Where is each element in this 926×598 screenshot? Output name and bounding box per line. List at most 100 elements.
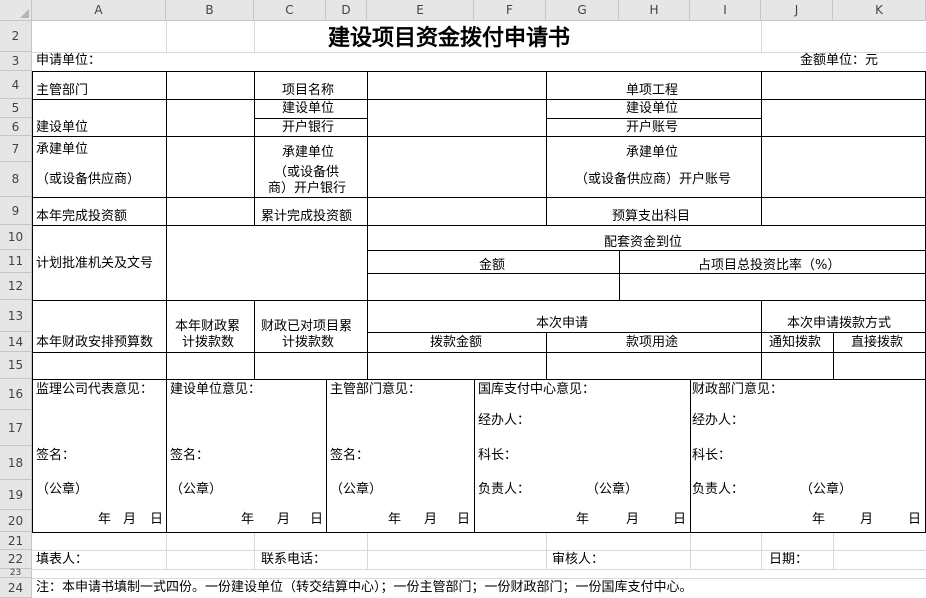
year-fiscal-label-2: 计拨款数 [182,335,235,350]
row-header-16[interactable]: 16 [0,379,32,410]
fiscal-cum-label-2: 计拨款数 [282,335,335,350]
row-header-23[interactable]: 23 [0,568,32,578]
finance-opinion-label: 财政部门意见： [692,382,784,397]
date-year: 年 [241,512,255,527]
project-name-label: 项目名称 [282,83,335,98]
contractor-bank-label-2: 商）开户银行 [268,181,347,196]
gridline [32,569,926,570]
column-header-f[interactable]: F [474,0,546,21]
column-header-c[interactable]: C [254,0,326,21]
row-header-18[interactable]: 18 [0,446,32,480]
direct-pay-label: 直接拨款 [851,335,904,350]
row-header-7[interactable]: 7 [0,136,32,162]
form-border [546,332,547,379]
notify-pay-label: 通知拨款 [769,335,822,350]
date-day: 日 [457,512,471,527]
date-year: 年 [576,512,590,527]
year-budget-label: 本年财政安排预算数 [36,335,154,350]
build-unit-label-c: 建设单位 [282,101,335,116]
date-month: 月 [277,512,291,527]
form-border [761,71,762,225]
row-header-15[interactable]: 15 [0,352,32,379]
form-border [833,332,834,379]
bank-label: 开户银行 [282,120,335,135]
contractor-label-g: 承建单位 [626,145,679,160]
row-header-2[interactable]: 2 [0,21,32,52]
column-header-i[interactable]: I [690,0,761,21]
contractor-bank-label-1: （或设备供 [274,165,340,180]
form-border [166,300,167,379]
treasury-opinion-label: 国库支付中心意见： [478,382,596,397]
supervisor-opinion-label: 监理公司代表意见： [36,382,154,397]
build-unit-label-a: 建设单位 [36,120,89,135]
treasury-responsible-label: 负责人： [478,482,531,497]
column-header-b[interactable]: B [166,0,254,21]
amount-label: 金额 [479,258,506,273]
column-header-d[interactable]: D [326,0,367,21]
treasury-seal-label: （公章） [586,482,639,497]
column-header-g[interactable]: G [546,0,619,21]
year-fiscal-label-1: 本年财政累 [175,319,241,334]
budget-item-label: 预算支出科目 [612,209,691,224]
date-day: 日 [673,512,687,527]
phone-label: 联系电话： [261,552,327,567]
build-sign-label: 签名： [170,448,210,463]
row-header-22[interactable]: 22 [0,550,32,569]
form-border [546,118,761,119]
form-border [32,71,33,532]
contractor-label-a: 承建单位 [36,142,89,157]
row-header-4[interactable]: 4 [0,71,32,99]
column-header-k[interactable]: K [833,0,926,21]
row-header-8[interactable]: 8 [0,162,32,197]
year-invest-label: 本年完成投资额 [36,209,128,224]
form-border [166,71,167,225]
gridline [761,21,762,52]
single-project-label: 单项工程 [626,83,679,98]
gridline [367,532,368,569]
dept-sign-label: 签名： [330,448,370,463]
gridline [166,532,167,569]
column-header-j[interactable]: J [761,0,833,21]
filler-label: 填表人： [36,552,89,567]
row-header-17[interactable]: 17 [0,410,32,446]
form-border [546,71,547,225]
row-header-9[interactable]: 9 [0,197,32,225]
row-header-12[interactable]: 12 [0,273,32,300]
date-month: 月 [626,512,640,527]
fiscal-cum-label-1: 财政已对项目累 [261,319,353,334]
date-day: 日 [908,512,922,527]
finance-chief-label: 科长： [692,448,732,463]
form-border [761,300,762,379]
account-label: 开户账号 [626,120,679,135]
column-header-e[interactable]: E [367,0,474,21]
finance-handler-label: 经办人： [692,413,745,428]
form-border [166,225,167,300]
select-all-corner[interactable] [0,0,32,21]
row-header-19[interactable]: 19 [0,480,32,510]
row-header-24[interactable]: 24 [0,578,32,598]
ratio-label: 占项目总投资比率（%） [698,258,841,273]
current-app-label: 本次申请 [536,316,589,331]
row-header-5[interactable]: 5 [0,99,32,118]
row-header-11[interactable]: 11 [0,250,32,273]
row-header-21[interactable]: 21 [0,532,32,550]
row-header-3[interactable]: 3 [0,52,32,71]
page-title: 建设项目资金拨付申请书 [328,25,571,51]
form-border [367,250,926,251]
supervisor-sign-label: 签名： [36,448,76,463]
supervisor-seal-label: （公章） [36,482,89,497]
row-header-13[interactable]: 13 [0,300,32,332]
treasury-chief-label: 科长： [478,448,518,463]
row-header-20[interactable]: 20 [0,510,32,532]
gridline [32,52,926,53]
column-header-h[interactable]: H [619,0,690,21]
row-header-10[interactable]: 10 [0,225,32,250]
date-year: 年 [812,512,826,527]
form-border [367,71,368,379]
column-header-a[interactable]: A [32,0,166,21]
row-header-14[interactable]: 14 [0,332,32,352]
dept-opinion-label: 主管部门意见： [330,382,422,397]
row-header-6[interactable]: 6 [0,118,32,136]
form-border [254,300,255,379]
gridline [546,532,547,569]
